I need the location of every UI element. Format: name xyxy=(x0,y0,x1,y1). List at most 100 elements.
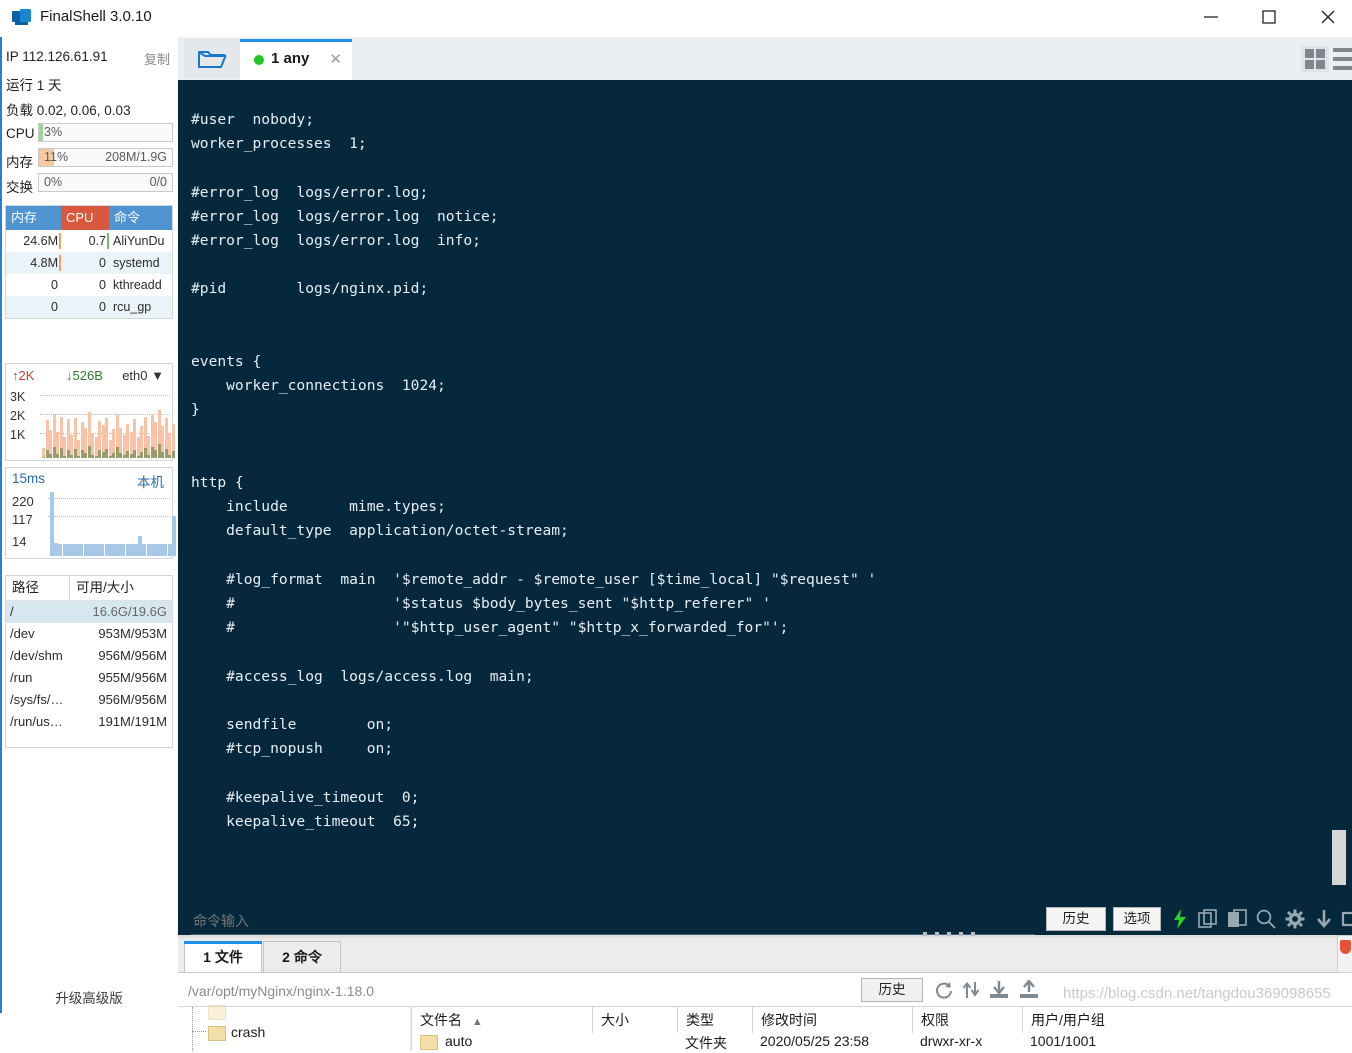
process-cpu: 0 xyxy=(99,300,106,314)
network-bar xyxy=(171,423,175,458)
path-history-button[interactable]: 历史 xyxy=(861,978,923,1002)
process-col-memory[interactable]: 内存 xyxy=(6,206,61,230)
search-icon[interactable] xyxy=(1255,908,1277,933)
copy-icon[interactable] xyxy=(1197,908,1219,933)
bottom-tab-files-label: 1 文件 xyxy=(203,949,243,965)
network-interface-selector[interactable]: eth0 ▼ xyxy=(122,368,164,383)
download-file-icon[interactable] xyxy=(988,980,1010,1003)
ping-latency-graph: 15ms 本机 220 117 14 xyxy=(5,467,176,559)
open-folder-button[interactable] xyxy=(184,39,240,79)
grid-line xyxy=(48,498,170,500)
disk-row[interactable]: /run 955M/956M xyxy=(6,667,172,689)
network-y-label-2: 1K xyxy=(10,428,26,442)
process-col-command[interactable]: 命令 xyxy=(109,206,172,230)
ping-host-label: 本机 xyxy=(137,475,164,490)
process-col-cpu[interactable]: CPU xyxy=(61,206,109,230)
network-download-label: ↓526B xyxy=(66,368,103,383)
terminal-scrollbar-thumb[interactable] xyxy=(1332,830,1346,885)
row-file-modified: 2020/05/25 23:58 xyxy=(760,1033,869,1049)
process-row[interactable]: 0 0 rcu_gp xyxy=(6,296,172,318)
maximize-button[interactable] xyxy=(1246,0,1292,33)
swap-meter-detail: 0/0 xyxy=(149,175,167,189)
chevron-down-icon: ▼ xyxy=(151,368,164,383)
disk-usage-table[interactable]: 路径 可用/大小 / 16.6G/19.6G/dev 953M/953M/dev/s… xyxy=(5,575,173,748)
close-button[interactable] xyxy=(1305,0,1351,33)
download-icon[interactable] xyxy=(1314,908,1334,933)
copy-ip-button[interactable]: 复制 xyxy=(144,49,170,68)
disk-col-path[interactable]: 路径 xyxy=(6,576,70,600)
tree-folder-icon-crash xyxy=(208,1026,226,1041)
disk-row[interactable]: /sys/fs/… 956M/956M xyxy=(6,689,172,711)
memory-meter: 11% 208M/1.9G xyxy=(38,148,173,167)
process-memory: 24.6M xyxy=(6,230,61,252)
row-file-name: auto xyxy=(445,1033,473,1049)
process-row[interactable]: 4.8M 0 systemd xyxy=(6,252,172,274)
process-cpu: 0 xyxy=(99,278,106,292)
ping-graph-canvas xyxy=(48,492,176,556)
disk-path: /sys/fs/… xyxy=(10,692,64,707)
session-tab-label: 1 any xyxy=(271,50,310,67)
network-interface-label: eth0 xyxy=(122,368,148,383)
swap-meter-value: 0% xyxy=(44,175,63,189)
bottom-tab-commands[interactable]: 2 命令 xyxy=(263,941,341,972)
file-list-row[interactable]: auto 文件夹 2020/05/25 23:58 drwxr-xr-x 100… xyxy=(412,1033,1352,1051)
upload-rate: 2K xyxy=(18,368,35,383)
disk-row[interactable]: /run/us… 191M/191M xyxy=(6,711,172,733)
refresh-icon[interactable] xyxy=(934,980,954,1003)
disk-row[interactable]: / 16.6G/19.6G xyxy=(6,601,172,623)
disk-path: /run/us… xyxy=(10,714,63,729)
network-y-label-1: 2K xyxy=(10,409,26,423)
server-monitor-sidebar: IP 112.126.61.91 复制 运行 1 天 负载 0.02, 0.06… xyxy=(0,37,179,1013)
disk-col-usage[interactable]: 可用/大小 xyxy=(70,576,172,600)
remote-path-row: 历史 xyxy=(178,972,1352,1007)
paste-icon[interactable] xyxy=(1226,908,1248,933)
swap-meter-key: 交换 xyxy=(6,180,33,195)
bottom-panel: 1 文件 2 命令 历史 xyxy=(178,938,1352,1051)
grid-view-icon[interactable] xyxy=(1301,46,1329,72)
terminal-scrollbar-track[interactable] xyxy=(1332,80,1349,902)
process-table-header: 内存 CPU 命令 xyxy=(6,206,172,230)
transfer-icon[interactable] xyxy=(962,980,980,1003)
process-table[interactable]: 内存 CPU 命令 24.6M 0.7 AliYunDu 4.8M 0 systemd 0 0… xyxy=(5,205,173,319)
process-memory: 4.8M xyxy=(6,252,61,274)
cpu-meter-value: 3% xyxy=(44,125,63,139)
upload-file-icon[interactable] xyxy=(1018,979,1040,1003)
file-col-name-label: 文件名 xyxy=(420,1012,462,1028)
bottom-tab-commands-label: 2 命令 xyxy=(282,949,322,965)
server-ip-label: IP 112.126.61.91 xyxy=(6,49,108,64)
disk-path: /dev/shm xyxy=(10,648,63,663)
upgrade-link[interactable]: 升级高级版 xyxy=(0,987,178,1007)
process-row[interactable]: 24.6M 0.7 AliYunDu xyxy=(6,230,172,252)
disk-row[interactable]: /dev 953M/953M xyxy=(6,623,172,645)
session-tab-any[interactable]: 1 any ✕ xyxy=(240,39,352,80)
ping-y-label-1: 117 xyxy=(12,512,33,527)
tree-node-crash[interactable]: crash xyxy=(231,1024,265,1040)
memory-meter-detail: 208M/1.9G xyxy=(105,150,167,164)
command-input[interactable] xyxy=(191,908,1035,935)
window-icon[interactable] xyxy=(1341,908,1352,933)
grid-line xyxy=(48,516,170,518)
file-col-size[interactable]: 大小 xyxy=(592,1007,677,1033)
disk-usage: 956M/956M xyxy=(98,692,167,707)
session-tab-bar: 1 any ✕ xyxy=(178,37,1352,80)
file-col-modified[interactable]: 修改时间 xyxy=(752,1007,912,1033)
file-col-permission[interactable]: 权限 xyxy=(912,1007,1022,1033)
tab-close-icon[interactable]: ✕ xyxy=(329,50,342,68)
remote-path-input[interactable] xyxy=(186,979,830,1003)
command-options-button[interactable]: 选项 xyxy=(1113,907,1161,931)
sort-ascending-icon: ▲ xyxy=(471,1016,483,1028)
minimize-button[interactable] xyxy=(1188,0,1234,33)
row-file-owner: 1001/1001 xyxy=(1030,1033,1097,1049)
list-view-icon[interactable] xyxy=(1333,48,1352,70)
bottom-tab-files[interactable]: 1 文件 xyxy=(184,941,262,972)
side-flag-tab[interactable] xyxy=(1337,935,1352,973)
terminal-output[interactable]: #user nobody; worker_processes 1; #error… xyxy=(178,80,1352,902)
file-col-name[interactable]: 文件名 ▲ xyxy=(412,1007,592,1033)
file-col-type[interactable]: 类型 xyxy=(677,1007,752,1033)
command-history-button[interactable]: 历史 xyxy=(1046,907,1106,931)
gear-icon[interactable] xyxy=(1284,908,1306,933)
disk-row[interactable]: /dev/shm 956M/956M xyxy=(6,645,172,667)
file-col-owner[interactable]: 用户/用户组 xyxy=(1022,1007,1182,1033)
lightning-icon[interactable] xyxy=(1171,908,1189,933)
process-row[interactable]: 0 0 kthreadd xyxy=(6,274,172,296)
